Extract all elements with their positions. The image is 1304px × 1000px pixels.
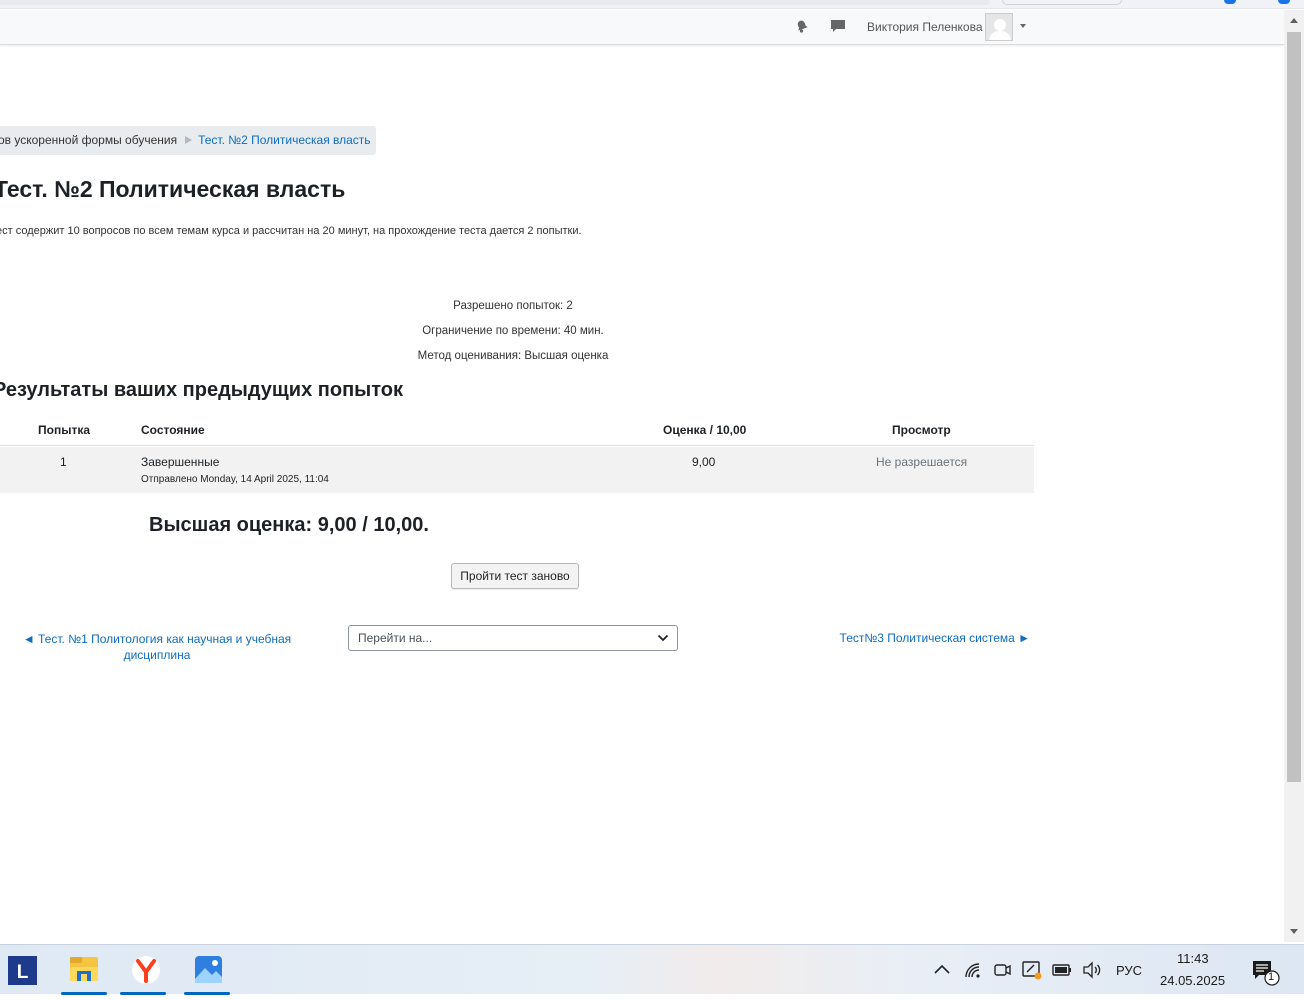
user-name[interactable]: Виктория Пеленкова bbox=[867, 20, 983, 34]
attempt-review: Не разрешается bbox=[876, 455, 968, 469]
clock-time[interactable]: 11:43 bbox=[1177, 951, 1209, 966]
notifications-bell-icon[interactable] bbox=[794, 18, 810, 34]
column-review: Просмотр bbox=[892, 423, 951, 437]
windows-taskbar: L РУС 11:43 24.05.2025 1 bbox=[0, 944, 1304, 995]
user-menu-caret-icon[interactable] bbox=[1020, 24, 1026, 28]
column-attempt: Попытка bbox=[38, 423, 91, 437]
taskbar-app-l[interactable]: L bbox=[0, 945, 54, 995]
input-language[interactable]: РУС bbox=[1116, 963, 1142, 978]
browser-search-edge[interactable] bbox=[1002, 0, 1122, 5]
page-title: Тест. №2 Политическая власть bbox=[0, 176, 346, 202]
file-explorer-icon bbox=[70, 957, 98, 981]
volume-speaker-icon[interactable] bbox=[1082, 960, 1104, 980]
user-avatar[interactable] bbox=[985, 13, 1013, 41]
attempt-grade: 9,00 bbox=[692, 455, 716, 469]
jump-to-activity-select[interactable]: Перейти на... bbox=[348, 625, 678, 651]
show-hidden-icons-chevron-icon[interactable] bbox=[933, 962, 951, 976]
grading-method: Метод оценивания: Высшая оценка bbox=[417, 350, 609, 362]
table-header: Попытка Состояние Оценка / 10,00 Просмот… bbox=[0, 414, 1034, 446]
messages-chat-icon[interactable] bbox=[830, 18, 846, 34]
taskbar-app-photos[interactable] bbox=[180, 945, 234, 995]
scroll-down-arrow-icon[interactable] bbox=[1290, 929, 1298, 934]
previous-attempts-heading: Результаты ваших предыдущих попыток bbox=[0, 379, 403, 401]
default-user-icon bbox=[989, 19, 1011, 40]
address-bar-edge[interactable] bbox=[0, 0, 990, 5]
clock-date[interactable]: 24.05.2025 bbox=[1160, 973, 1225, 988]
attempt-number: 1 bbox=[60, 455, 67, 469]
attempt-state: Завершенные bbox=[141, 455, 220, 469]
next-activity-link[interactable]: Тест№3 Политическая система ► bbox=[820, 631, 1030, 645]
best-grade: Высшая оценка: 9,00 / 10,00. bbox=[149, 514, 429, 536]
notification-count-badge: 1 bbox=[1268, 971, 1275, 983]
browser-toolbar-strip bbox=[0, 0, 1304, 9]
attempts-allowed: Разрешено попыток: 2 bbox=[453, 300, 573, 312]
browser-extension-icon[interactable] bbox=[1224, 0, 1236, 4]
pen-workspace-icon[interactable] bbox=[1021, 959, 1043, 981]
column-grade: Оценка / 10,00 bbox=[663, 423, 747, 437]
scroll-up-arrow-icon[interactable] bbox=[1290, 18, 1298, 23]
wifi-icon[interactable] bbox=[963, 961, 983, 979]
breadcrumb-separator-icon bbox=[185, 136, 193, 144]
scrollbar-thumb[interactable] bbox=[1287, 32, 1301, 782]
svg-text:L: L bbox=[17, 962, 29, 983]
browser-profile-icon[interactable] bbox=[1278, 0, 1290, 4]
column-state: Состояние bbox=[141, 423, 205, 437]
page-scrollbar[interactable] bbox=[1284, 10, 1304, 942]
taskbar-app-explorer[interactable] bbox=[57, 945, 111, 995]
breadcrumb-course[interactable]: ов ускоренной формы обучения bbox=[0, 133, 177, 147]
jump-select-value: Перейти на... bbox=[358, 631, 433, 645]
yandex-browser-icon bbox=[132, 956, 160, 984]
notification-center-icon[interactable] bbox=[1251, 959, 1281, 987]
meet-now-icon[interactable] bbox=[993, 960, 1011, 980]
battery-icon[interactable] bbox=[1051, 961, 1073, 979]
chevron-down-icon bbox=[657, 634, 669, 642]
retry-quiz-button[interactable]: Пройти тест заново bbox=[451, 563, 579, 589]
quiz-intro: ест содержит 10 вопросов по всем темам к… bbox=[0, 225, 582, 237]
breadcrumb-quiz[interactable]: Тест. №2 Политическая власть bbox=[198, 133, 370, 147]
attempt-submitted: Отправлено Monday, 14 April 2025, 11:04 bbox=[141, 474, 329, 485]
time-limit: Ограничение по времени: 40 мин. bbox=[422, 325, 604, 337]
L-app-icon: L bbox=[8, 956, 37, 985]
table-row: 1 Завершенные Отправлено Monday, 14 Apri… bbox=[0, 447, 1034, 493]
breadcrumb: ов ускоренной формы обучения Тест. №2 Пол… bbox=[0, 126, 376, 155]
taskbar-app-yandex[interactable] bbox=[116, 945, 170, 995]
photos-icon bbox=[195, 956, 222, 983]
site-navbar: Виктория Пеленкова bbox=[0, 10, 1284, 45]
previous-activity-link[interactable]: ◄ Тест. №1 Политология как научная и уче… bbox=[22, 631, 292, 663]
